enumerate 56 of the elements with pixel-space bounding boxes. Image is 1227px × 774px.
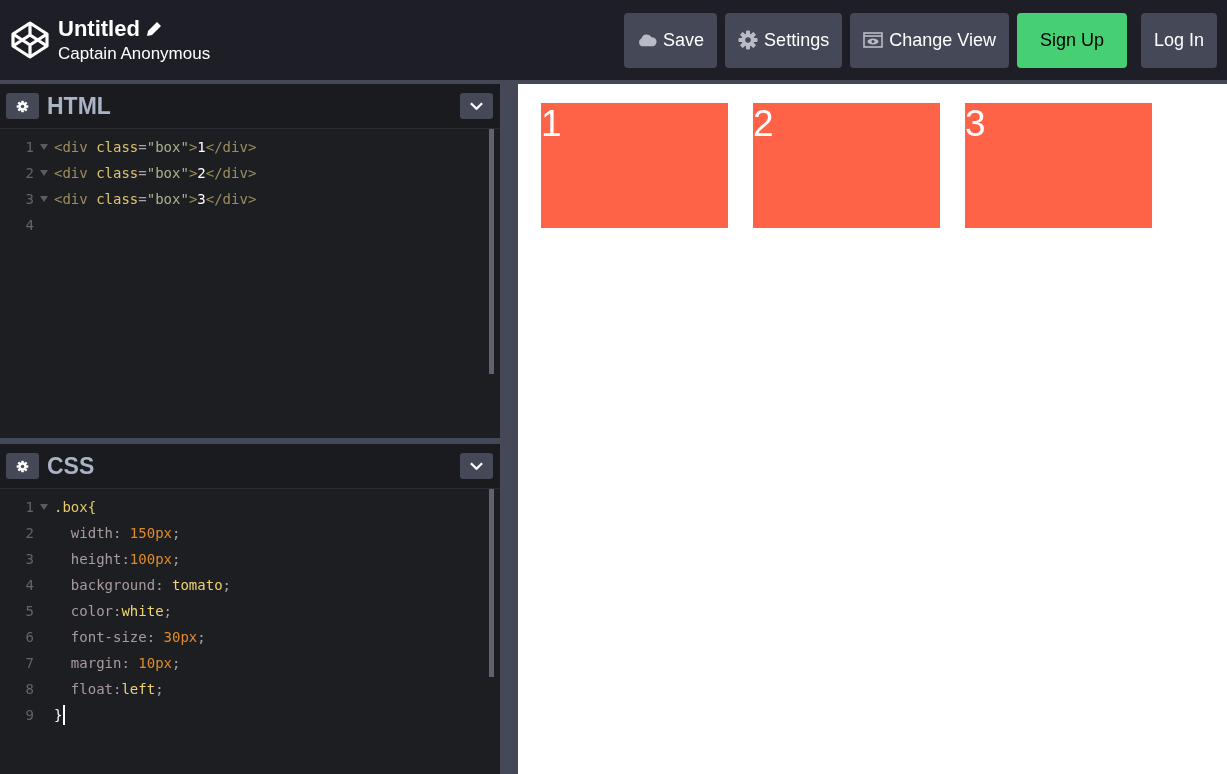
code-line: } bbox=[54, 707, 63, 723]
pen-title: Untitled bbox=[58, 16, 140, 42]
header-button[interactable]: Save bbox=[624, 12, 718, 68]
fold-icon[interactable] bbox=[40, 196, 48, 202]
line-number: 1 bbox=[24, 139, 34, 155]
fold-icon[interactable] bbox=[40, 170, 48, 176]
code-line: .box{ bbox=[54, 499, 97, 515]
line-number: 5 bbox=[24, 603, 34, 619]
scrollbar[interactable] bbox=[489, 489, 494, 677]
editor-title: CSS bbox=[47, 452, 96, 480]
code-line: <div class="box">1</div> bbox=[54, 139, 257, 155]
code-line: margin: 10px; bbox=[69, 655, 181, 671]
gear-icon bbox=[16, 99, 29, 113]
fold-icon[interactable] bbox=[40, 504, 48, 510]
line-number: 3 bbox=[24, 191, 34, 207]
collapse-button[interactable] bbox=[460, 93, 493, 119]
pencil-icon[interactable] bbox=[145, 21, 162, 37]
line-number: 4 bbox=[24, 577, 34, 593]
scrollbar[interactable] bbox=[489, 129, 494, 374]
code-line: width: 150px; bbox=[69, 525, 181, 541]
code-line: color:white; bbox=[69, 603, 173, 619]
eye-window-icon bbox=[863, 30, 884, 50]
header-button[interactable]: Log In bbox=[1140, 12, 1217, 68]
text-cursor bbox=[63, 705, 66, 725]
gear-icon bbox=[16, 459, 29, 473]
header-button[interactable]: Settings bbox=[725, 12, 843, 68]
logo-icon[interactable] bbox=[10, 20, 50, 60]
code-line: height:100px; bbox=[69, 551, 181, 567]
author-name: Captain Anonymous bbox=[58, 44, 211, 64]
line-number: 4 bbox=[24, 217, 34, 233]
line-number: 1 bbox=[24, 499, 34, 515]
editor-title: HTML bbox=[47, 92, 112, 120]
collapse-button[interactable] bbox=[460, 453, 493, 479]
code-line: <div class="box">2</div> bbox=[54, 165, 257, 181]
code-line: float:left; bbox=[69, 681, 164, 697]
header-button[interactable]: Change View bbox=[850, 12, 1009, 68]
gear-icon bbox=[738, 30, 759, 50]
preview-box: 1 bbox=[541, 103, 728, 228]
editor-settings-button[interactable] bbox=[6, 453, 39, 479]
chevron-down-icon bbox=[470, 102, 483, 110]
line-number: 2 bbox=[24, 165, 34, 181]
preview-box: 2 bbox=[753, 103, 940, 228]
line-number: 8 bbox=[24, 681, 34, 697]
fold-icon[interactable] bbox=[40, 144, 48, 150]
line-number: 2 bbox=[24, 525, 34, 541]
code-line: background: tomato; bbox=[69, 577, 232, 593]
line-number: 9 bbox=[24, 707, 34, 723]
line-number: 3 bbox=[24, 551, 34, 567]
preview-box: 3 bbox=[965, 103, 1152, 228]
chevron-down-icon bbox=[470, 462, 483, 470]
header-button[interactable]: Sign Up bbox=[1016, 12, 1127, 68]
line-number: 6 bbox=[24, 629, 34, 645]
code-line: font-size: 30px; bbox=[69, 629, 206, 645]
line-number: 7 bbox=[24, 655, 34, 671]
code-line: <div class="box">3</div> bbox=[54, 191, 257, 207]
editor-settings-button[interactable] bbox=[6, 93, 39, 119]
